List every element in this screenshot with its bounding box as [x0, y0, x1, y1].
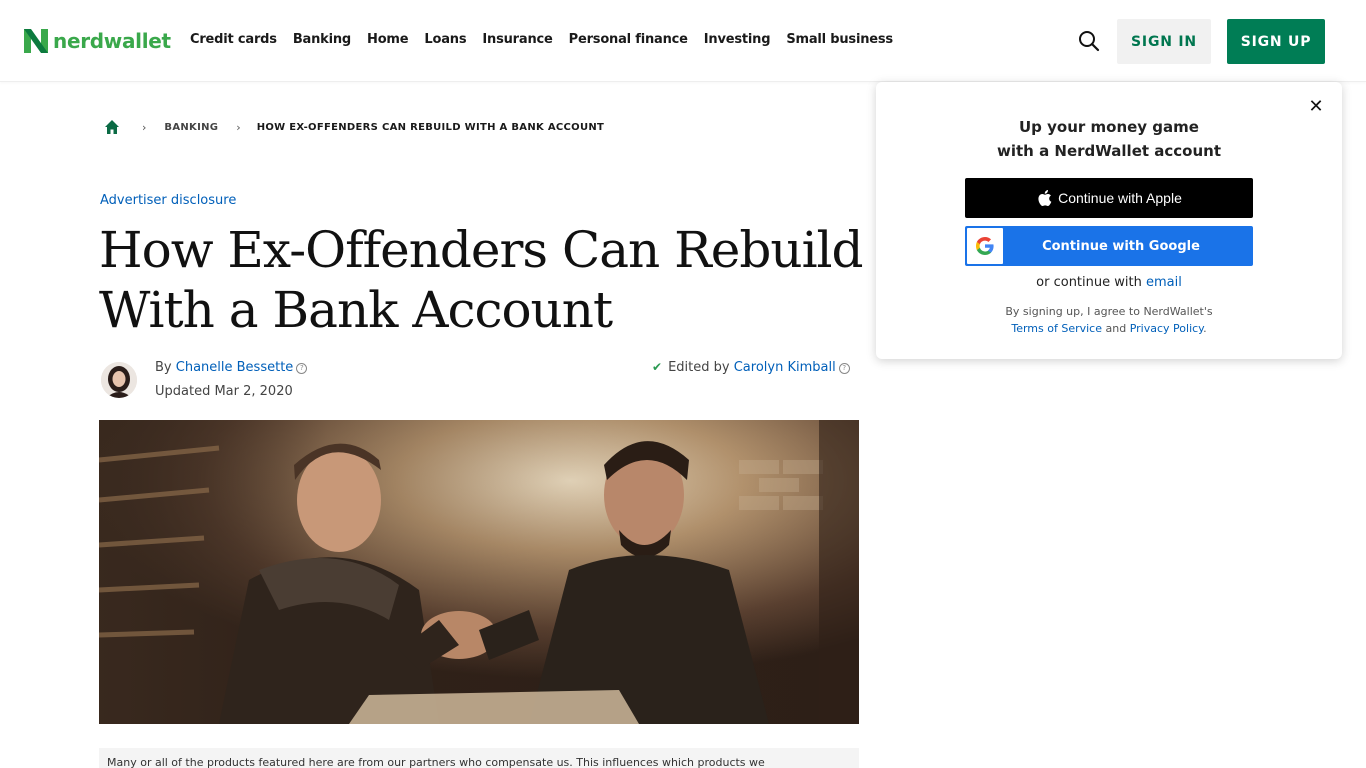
popup-title-line2: with a NerdWallet account: [997, 142, 1221, 160]
close-icon[interactable]: ✕: [1308, 98, 1324, 116]
terms-prefix: By signing up, I agree to NerdWallet's: [1005, 305, 1213, 318]
byline: By Chanelle Bessette?: [155, 360, 308, 376]
updated-date: Updated Mar 2, 2020: [155, 384, 293, 399]
nav-personal-finance[interactable]: Personal finance: [569, 32, 688, 47]
byline-prefix: By: [155, 360, 172, 375]
breadcrumb: › BANKING › HOW EX-OFFENDERS CAN REBUILD…: [104, 119, 604, 135]
nerdwallet-logo[interactable]: nerdwallet: [24, 29, 171, 53]
terms-notice: By signing up, I agree to NerdWallet's T…: [876, 303, 1342, 337]
chevron-right-icon: ›: [142, 120, 147, 134]
home-icon[interactable]: [104, 119, 120, 135]
nav-credit-cards[interactable]: Credit cards: [190, 32, 277, 47]
or-continue-with: or continue with email: [876, 275, 1342, 290]
nav-small-business[interactable]: Small business: [786, 32, 893, 47]
signup-popup: ✕ Up your money game with a NerdWallet a…: [876, 82, 1342, 359]
nav-home[interactable]: Home: [367, 32, 409, 47]
edited-by: ✔ Edited by Carolyn Kimball?: [652, 359, 850, 376]
nav-loans[interactable]: Loans: [424, 32, 466, 47]
popup-title: Up your money game with a NerdWallet acc…: [876, 115, 1342, 163]
chevron-right-icon: ›: [236, 120, 241, 134]
logo-wordmark: nerdwallet: [53, 29, 171, 53]
terms-of-service-link[interactable]: Terms of Service: [1011, 322, 1102, 335]
sign-up-button[interactable]: SIGN UP: [1227, 19, 1325, 64]
apple-icon: [1038, 190, 1052, 206]
author-avatar[interactable]: [101, 362, 137, 398]
edited-prefix: Edited by: [668, 360, 730, 375]
checkmark-icon: ✔: [652, 360, 663, 374]
nav-banking[interactable]: Banking: [293, 32, 351, 47]
breadcrumb-banking[interactable]: BANKING: [164, 122, 218, 133]
search-icon[interactable]: [1077, 29, 1101, 53]
nerdwallet-logo-icon: [24, 29, 48, 53]
hero-image: [99, 420, 859, 724]
google-icon: [967, 228, 1003, 264]
apple-button-label: Continue with Apple: [1058, 190, 1182, 206]
breadcrumb-current: HOW EX-OFFENDERS CAN REBUILD WITH A BANK…: [256, 121, 605, 133]
terms-and: and: [1105, 322, 1127, 335]
email-link[interactable]: email: [1146, 275, 1182, 290]
continue-with-apple-button[interactable]: Continue with Apple: [965, 178, 1253, 218]
advertiser-disclosure-link[interactable]: Advertiser disclosure: [100, 193, 236, 208]
partner-disclaimer: Many or all of the products featured her…: [99, 748, 859, 768]
author-link[interactable]: Chanelle Bessette: [176, 360, 294, 375]
site-header: nerdwallet Credit cards Banking Home Loa…: [0, 0, 1366, 82]
main-nav: Credit cards Banking Home Loans Insuranc…: [190, 32, 893, 47]
popup-title-line1: Up your money game: [1019, 118, 1199, 136]
google-button-label: Continue with Google: [1042, 238, 1200, 254]
nav-insurance[interactable]: Insurance: [482, 32, 552, 47]
editor-link[interactable]: Carolyn Kimball: [734, 360, 836, 375]
article-title: How Ex-Offenders Can Rebuild With a Bank…: [99, 221, 864, 339]
continue-with-google-button[interactable]: Continue with Google: [965, 226, 1253, 266]
privacy-policy-link[interactable]: Privacy Policy: [1130, 322, 1203, 335]
or-prefix: or continue with: [1036, 275, 1142, 290]
sign-in-button[interactable]: SIGN IN: [1117, 19, 1211, 64]
nav-investing[interactable]: Investing: [704, 32, 771, 47]
info-icon[interactable]: ?: [296, 363, 308, 374]
terms-links-line: Terms of Service and Privacy Policy.: [1011, 322, 1207, 335]
info-icon[interactable]: ?: [838, 363, 850, 374]
